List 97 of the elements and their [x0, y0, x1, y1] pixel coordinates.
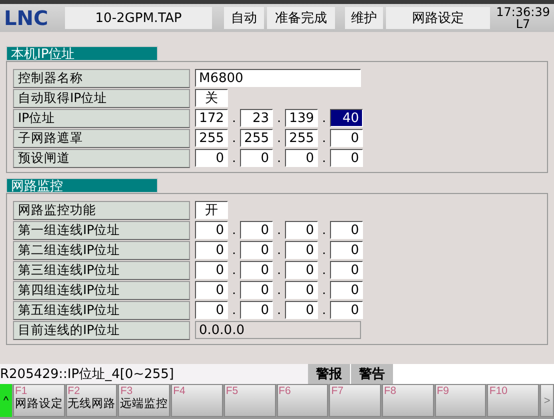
alarm-button[interactable]: 警告 — [351, 364, 393, 384]
key-number: F1 — [14, 385, 28, 397]
dot-separator: . — [276, 111, 282, 125]
octet-field[interactable]: 0 — [240, 281, 273, 299]
key-number: F6 — [278, 385, 291, 397]
dot-separator: . — [231, 283, 237, 297]
field-label: 第二组连线IP位址 — [13, 240, 190, 260]
octet-field[interactable]: 0 — [330, 261, 363, 279]
octet-field[interactable]: 0 — [330, 149, 363, 167]
line-number: L7 — [516, 18, 530, 30]
logo: LNC — [4, 6, 48, 30]
toggle-field[interactable]: 开 — [195, 201, 228, 219]
octet-field[interactable]: 0 — [240, 241, 273, 259]
field-label: 子网路遮罩 — [13, 128, 190, 148]
dot-separator: . — [276, 303, 282, 317]
clock: 17:36:39 — [496, 6, 550, 18]
up-key[interactable]: ^ — [0, 384, 12, 417]
name-field[interactable]: M6800 — [195, 69, 361, 87]
key-number: F7 — [331, 385, 344, 397]
alarm-button[interactable]: 警报 — [308, 364, 350, 384]
field-label: 网路监控功能 — [13, 200, 190, 220]
message-text: R205429::IP位址_4[0~255] — [0, 364, 308, 384]
field-label: 控制器名称 — [13, 68, 190, 88]
octet-field[interactable]: 0 — [330, 221, 363, 239]
octet-field[interactable]: 0 — [195, 241, 228, 259]
toggle-field[interactable]: 关 — [195, 89, 228, 107]
field-label: 自动取得IP位址 — [13, 88, 190, 108]
dot-separator: . — [321, 303, 327, 317]
dot-separator: . — [231, 303, 237, 317]
field-label: 第三组连线IP位址 — [13, 260, 190, 280]
key-number: F9 — [436, 385, 449, 397]
octet-field[interactable]: 0 — [285, 281, 318, 299]
octet-field[interactable]: 0 — [330, 129, 363, 147]
dot-separator: . — [231, 131, 237, 145]
dot-separator: . — [321, 223, 327, 237]
dot-separator: . — [321, 151, 327, 165]
octet-field[interactable]: 0 — [195, 221, 228, 239]
field-label: 第五组连线IP位址 — [13, 300, 190, 320]
octet-field[interactable]: 0 — [285, 149, 318, 167]
octet-field[interactable]: 255 — [285, 129, 318, 147]
soft-key[interactable]: F3 远端监控 — [118, 384, 170, 417]
dot-separator: . — [231, 111, 237, 125]
octet-field[interactable]: 255 — [240, 129, 273, 147]
dot-separator: . — [231, 223, 237, 237]
dot-separator: . — [276, 263, 282, 277]
dot-separator: . — [321, 111, 327, 125]
key-number: F4 — [173, 385, 186, 397]
octet-field[interactable]: 139 — [285, 109, 318, 127]
dot-separator: . — [321, 131, 327, 145]
dot-separator: . — [321, 283, 327, 297]
octet-field[interactable]: 0 — [330, 241, 363, 259]
field-label: 目前连线的IP位址 — [13, 320, 190, 340]
category-label: 维护 — [345, 7, 383, 29]
octet-field[interactable]: 0 — [195, 301, 228, 319]
field-label: 第四组连线IP位址 — [13, 280, 190, 300]
dot-separator: . — [321, 263, 327, 277]
octet-field[interactable]: 255 — [195, 129, 228, 147]
octet-field[interactable]: 0 — [285, 221, 318, 239]
octet-field[interactable]: 0 — [240, 221, 273, 239]
octet-field[interactable]: 0 — [285, 301, 318, 319]
dot-separator: . — [276, 151, 282, 165]
soft-key[interactable]: F2 无线网路 — [66, 384, 118, 417]
field-label: IP位址 — [13, 108, 190, 128]
octet-field[interactable]: 0 — [240, 149, 273, 167]
soft-key[interactable]: F1 网路设定 — [12, 384, 65, 417]
octet-field[interactable]: 172 — [195, 109, 228, 127]
status-label: 准备完成 — [267, 7, 335, 29]
key-number: F3 — [120, 385, 133, 397]
octet-field[interactable]: 0 — [285, 241, 318, 259]
page-title: 网路设定 — [386, 7, 490, 29]
octet-field[interactable]: 0 — [330, 281, 363, 299]
octet-field[interactable]: 0 — [285, 261, 318, 279]
octet-field[interactable]: 0 — [240, 301, 273, 319]
octet-field[interactable]: 0 — [195, 281, 228, 299]
octet-field[interactable]: 0 — [195, 261, 228, 279]
dot-separator: . — [276, 283, 282, 297]
key-number: F8 — [384, 385, 396, 397]
field-label: 第一组连线IP位址 — [13, 220, 190, 240]
file-name: 10-2GPM.TAP — [65, 7, 212, 29]
octet-field[interactable]: 0 — [330, 301, 363, 319]
dot-separator: . — [231, 151, 237, 165]
readonly-field: 0.0.0.0 — [195, 321, 361, 339]
key-number: F2 — [68, 385, 80, 397]
dot-separator: . — [321, 243, 327, 257]
dot-separator: . — [231, 263, 237, 277]
dot-separator: . — [276, 223, 282, 237]
octet-field[interactable]: 0 — [195, 149, 228, 167]
key-number: F5 — [226, 385, 238, 397]
field-label: 预设闸道 — [13, 148, 190, 168]
octet-field[interactable]: 40 — [330, 109, 363, 127]
dot-separator: . — [231, 243, 237, 257]
dot-separator: . — [276, 243, 282, 257]
mode-label: 自动 — [224, 7, 264, 29]
key-number: F10 — [489, 385, 508, 397]
octet-field[interactable]: 23 — [240, 109, 273, 127]
octet-field[interactable]: 0 — [240, 261, 273, 279]
dot-separator: . — [276, 131, 282, 145]
